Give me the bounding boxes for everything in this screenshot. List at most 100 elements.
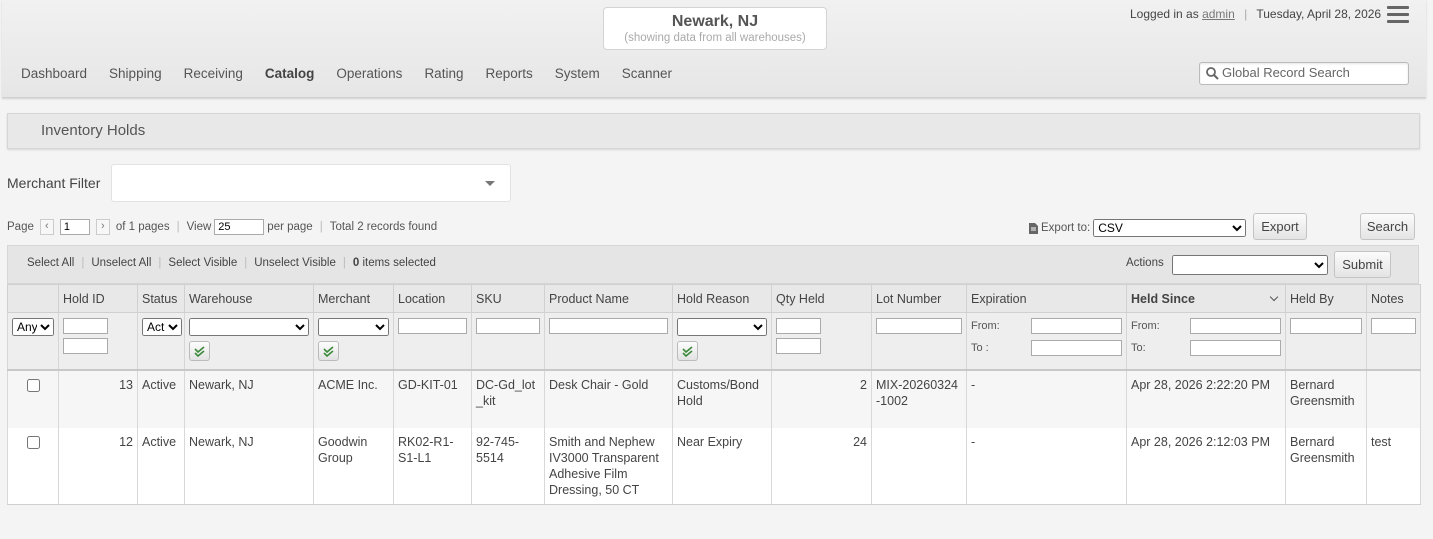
global-search-input[interactable] (1222, 65, 1402, 80)
col-expiration[interactable]: Expiration (966, 284, 1127, 313)
warehouse-filter[interactable] (189, 318, 309, 336)
actions-select[interactable] (1172, 255, 1328, 275)
col-location[interactable]: Location (393, 284, 472, 313)
status-filter[interactable]: Active (142, 318, 182, 336)
submit-button[interactable]: Submit (1334, 251, 1391, 278)
total-records: Total 2 records found (329, 221, 438, 233)
page-title-bar: Inventory Holds (7, 113, 1420, 149)
search-button[interactable]: Search (1360, 213, 1415, 240)
merchant-filter-label: Merchant Filter (7, 175, 101, 191)
actions-bar: Select All | Unselect All | Select Visible | U… (7, 245, 1419, 284)
qty-from[interactable] (776, 318, 821, 334)
selected-suffix: items selected (362, 257, 436, 269)
expiration-from-input[interactable] (1031, 318, 1122, 334)
per-page-input[interactable] (214, 219, 265, 235)
merchant-filter[interactable] (318, 318, 389, 336)
hold-id: 13 (58, 370, 138, 428)
sku: DC-Gd_lot_kit (471, 370, 545, 428)
warehouse-subtitle: (showing data from all warehouses) (624, 32, 806, 44)
held-since-to-input[interactable] (1190, 340, 1281, 356)
of-pages-label: of 1 pages (115, 221, 170, 233)
select-all-link[interactable]: Select All (27, 257, 74, 269)
held-since: Apr 28, 2026 2:22:20 PM (1126, 370, 1286, 428)
lot-number: MIX-20260324-1002 (871, 370, 967, 428)
unselect-all-link[interactable]: Unselect All (91, 257, 151, 269)
col-merchant[interactable]: Merchant (313, 284, 394, 313)
nav-reports[interactable]: Reports (485, 66, 532, 81)
row-checkbox[interactable] (26, 436, 40, 449)
actions-label: Actions (1126, 257, 1164, 269)
held-since-from-input[interactable] (1190, 318, 1281, 334)
search-icon (1206, 67, 1219, 80)
global-search (1199, 62, 1409, 85)
export-format-select[interactable]: CSV (1093, 219, 1247, 237)
col-status[interactable]: Status (137, 284, 185, 313)
lot-number-filter[interactable] (876, 318, 962, 334)
warehouse-selector[interactable]: Newark, NJ (showing data from all wareho… (603, 7, 827, 50)
expiration-from: From: (971, 318, 1122, 334)
held-by-filter[interactable] (1290, 318, 1362, 334)
nav-system[interactable]: System (555, 66, 600, 81)
page-input[interactable] (59, 219, 90, 235)
nav-rating[interactable]: Rating (424, 66, 463, 81)
apply-filter-button[interactable] (318, 341, 339, 361)
header-row: Hold ID Status Warehouse Merchant Locati… (7, 284, 1421, 313)
product-name: Desk Chair - Gold (544, 370, 673, 428)
location: RK02-R1-S1-L1 (393, 428, 472, 505)
sku-filter[interactable] (476, 318, 540, 334)
notes-filter[interactable] (1371, 318, 1416, 334)
sku: 92-745-5514 (471, 428, 545, 505)
col-qty-held[interactable]: Qty Held (771, 284, 872, 313)
unselect-visible-link[interactable]: Unselect Visible (254, 257, 336, 269)
prev-page-button[interactable]: ‹ (39, 219, 54, 235)
nav-scanner[interactable]: Scanner (622, 66, 672, 81)
warehouse-title: Newark, NJ (671, 13, 759, 30)
col-hold-id[interactable]: Hold ID (58, 284, 138, 313)
col-held-since[interactable]: Held Since (1126, 284, 1286, 313)
nav-shipping[interactable]: Shipping (109, 66, 162, 81)
nav-catalog[interactable]: Catalog (265, 66, 315, 81)
apply-filter-button[interactable] (677, 341, 698, 361)
main-nav: Dashboard Shipping Receiving Catalog Ope… (21, 66, 694, 81)
col-warehouse[interactable]: Warehouse (184, 284, 314, 313)
product-name-filter[interactable] (549, 318, 668, 334)
sort-chevron-icon (1269, 292, 1279, 302)
nav-receiving[interactable]: Receiving (184, 66, 243, 81)
hold-id-from[interactable] (63, 318, 108, 334)
qty-to[interactable] (776, 338, 821, 354)
status: Active (137, 428, 185, 505)
col-notes[interactable]: Notes (1366, 284, 1421, 313)
select-filter[interactable]: Any (12, 318, 54, 336)
col-held-by[interactable]: Held By (1285, 284, 1367, 313)
col-sku[interactable]: SKU (471, 284, 545, 313)
file-icon (1029, 222, 1038, 234)
top-header: Newark, NJ (showing data from all wareho… (2, 0, 1426, 98)
nav-dashboard[interactable]: Dashboard (21, 66, 87, 81)
qty-held: 24 (771, 428, 872, 505)
held-since-to: To: (1131, 340, 1281, 356)
hamburger-menu-icon[interactable] (1387, 6, 1409, 24)
location-filter[interactable] (398, 318, 467, 334)
nav-operations[interactable]: Operations (336, 66, 402, 81)
apply-filter-button[interactable] (189, 341, 210, 361)
next-page-button[interactable]: › (95, 219, 110, 235)
row-checkbox[interactable] (26, 379, 40, 392)
col-product-name[interactable]: Product Name (544, 284, 673, 313)
select-visible-link[interactable]: Select Visible (168, 257, 237, 269)
user-link[interactable]: admin (1202, 7, 1235, 21)
view-label: View (186, 221, 212, 233)
lot-number (871, 428, 967, 505)
expiration-to-input[interactable] (1031, 340, 1122, 356)
hold-id-to[interactable] (63, 338, 108, 354)
per-page-label: per page (267, 221, 313, 233)
col-select (7, 284, 59, 313)
holds-table: Hold ID Status Warehouse Merchant Locati… (7, 284, 1421, 505)
merchant-filter-select[interactable] (111, 164, 511, 202)
hold-reason-filter[interactable] (677, 318, 767, 336)
col-lot-number[interactable]: Lot Number (871, 284, 967, 313)
page-title: Inventory Holds (41, 122, 146, 139)
table-row: 13 Active Newark, NJ ACME Inc. GD-KIT-01… (7, 370, 1421, 428)
col-hold-reason[interactable]: Hold Reason (672, 284, 772, 313)
export-button[interactable]: Export (1253, 213, 1307, 240)
double-check-icon (323, 346, 334, 357)
